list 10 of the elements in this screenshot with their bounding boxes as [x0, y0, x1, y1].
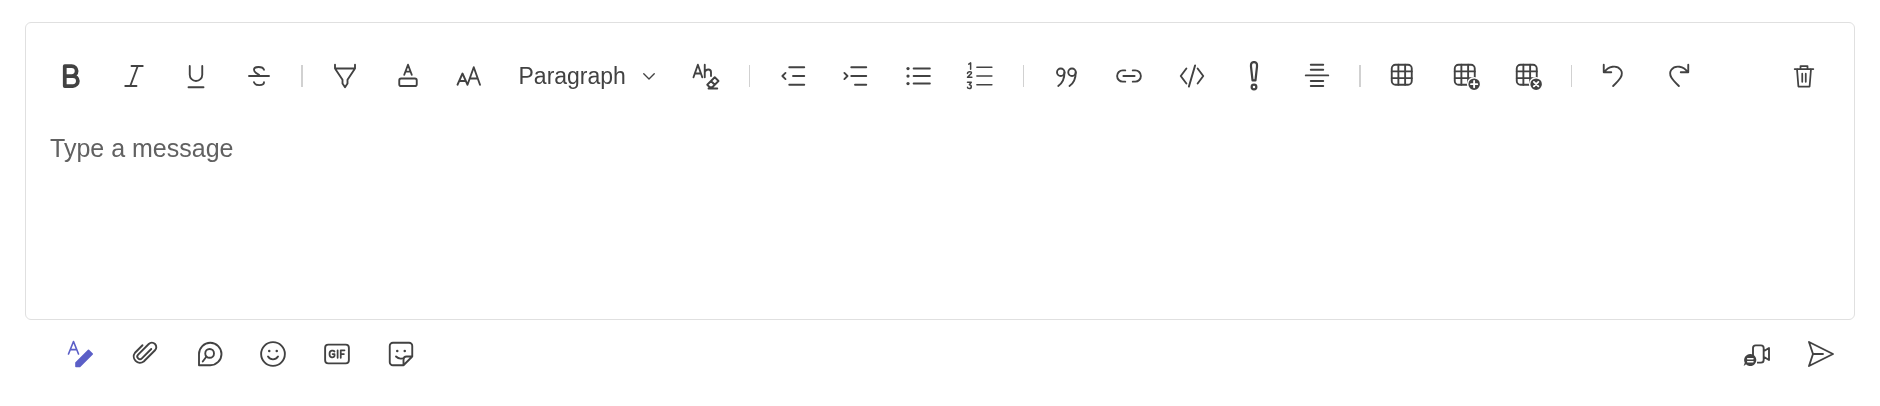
sticker-icon: [386, 339, 416, 369]
message-field[interactable]: Paragraph Type a message: [25, 22, 1855, 320]
exclamation-icon: [1249, 61, 1260, 91]
send-icon: [1805, 338, 1837, 370]
paragraph-style-dropdown[interactable]: Paragraph: [512, 56, 664, 96]
table-delete-icon: [1513, 61, 1544, 91]
clear-formatting-icon: [691, 61, 722, 91]
emoji-icon: [258, 339, 288, 369]
numbered-list-icon: [965, 61, 996, 91]
format-pen-icon: [66, 339, 96, 369]
